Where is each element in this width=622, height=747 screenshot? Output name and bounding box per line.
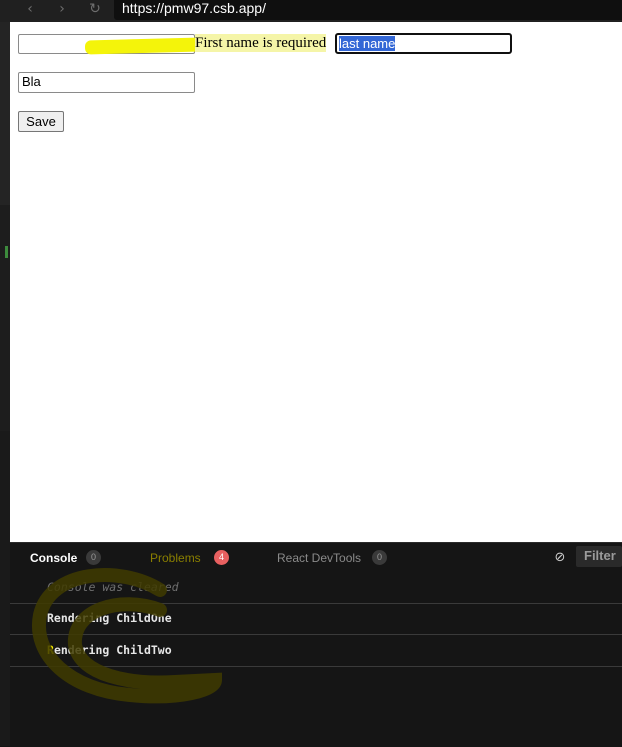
filter-input[interactable]: Filter [576, 546, 622, 567]
forward-icon[interactable]: › [52, 0, 72, 20]
devtools-console: Console 0 Problems 4 React DevTools 0 ⊘ … [10, 542, 622, 747]
back-icon[interactable]: ‹ [20, 0, 40, 20]
text-input[interactable]: Bla [18, 72, 195, 93]
editor-panel-top [0, 22, 10, 205]
log-text: Rendering ChildOne [47, 611, 172, 625]
problems-count-badge: 4 [214, 550, 229, 565]
tab-problems[interactable]: Problems [150, 551, 201, 565]
console-count-badge: 0 [86, 550, 101, 565]
filter-label: Filter [584, 548, 616, 563]
console-log-line: Rendering ChildTwo [10, 636, 622, 667]
console-log-line: Rendering ChildOne [10, 604, 622, 635]
last-name-selected-text: last name [339, 36, 396, 51]
clear-console-icon[interactable]: ⊘ [553, 551, 567, 565]
tab-react-devtools[interactable]: React DevTools [277, 551, 361, 565]
reload-icon[interactable]: ↻ [85, 0, 105, 20]
first-name-error: First name is required [195, 34, 327, 52]
save-button[interactable]: Save [18, 111, 64, 132]
browser-toolbar: ‹ › ↻ https://pmw97.csb.app/ [0, 0, 622, 22]
last-name-input[interactable]: last name [335, 33, 512, 54]
log-text-rendering-childtwo: Rendering ChildTwo [47, 643, 172, 657]
git-change-marker [5, 246, 8, 258]
editor-panel-mid [0, 205, 10, 431]
tab-console[interactable]: Console [30, 551, 77, 565]
preview-pane: First name is required last name Bla Sav… [10, 22, 622, 542]
url-text: https://pmw97.csb.app/ [122, 0, 266, 16]
editor-side-strip [0, 22, 10, 746]
log-text: Console was cleared [47, 580, 179, 594]
address-bar[interactable]: https://pmw97.csb.app/ [114, 0, 622, 20]
react-devtools-count-badge: 0 [372, 550, 387, 565]
console-log-line: Console was cleared [10, 573, 622, 604]
